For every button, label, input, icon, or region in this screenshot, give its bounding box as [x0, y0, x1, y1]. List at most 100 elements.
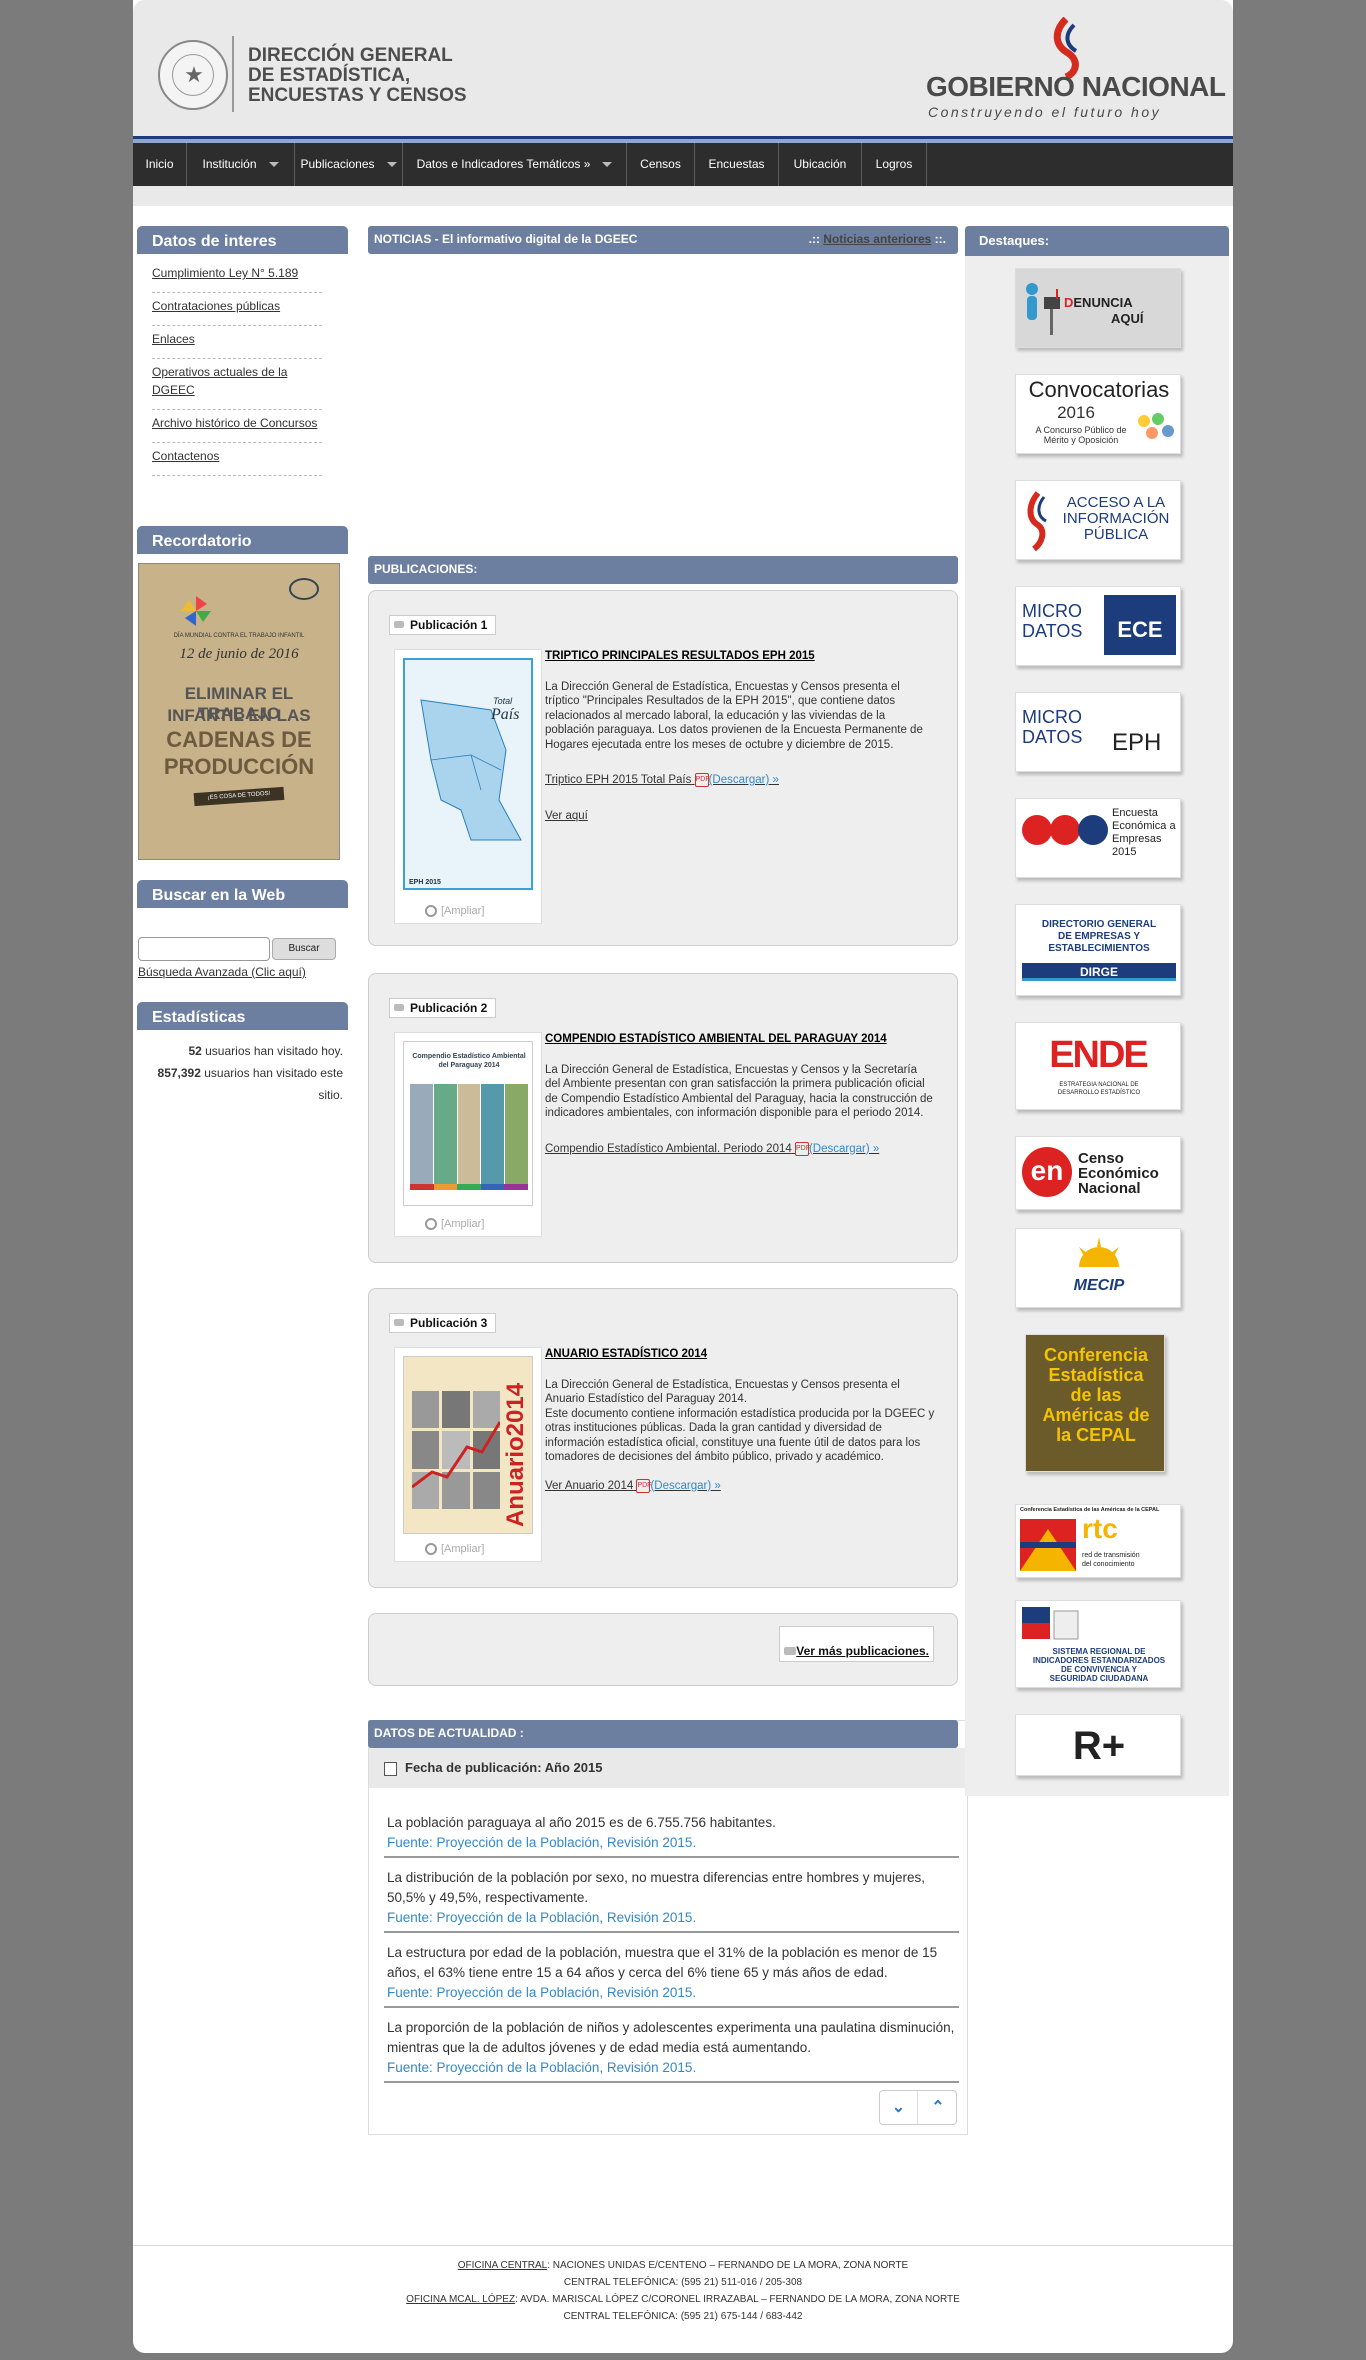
poster-date: 12 de junio de 2016 — [179, 646, 299, 662]
poster-line1: DÍA MUNDIAL CONTRA EL TRABAJO INFANTIL — [173, 633, 305, 639]
link-ley-5189[interactable]: Cumplimiento Ley N° 5.189 — [152, 260, 322, 293]
conv-sub: A Concurso Público de Mérito y Oposición — [1035, 425, 1127, 445]
thumb-label: Anuario2014 — [502, 1382, 529, 1527]
encuesta-economica-banner[interactable]: Encuesta Económica a Empresas 2015 — [1015, 798, 1181, 878]
list-item: La estructura por edad de la población, … — [384, 1941, 959, 2008]
org-logo-text[interactable]: DIRECCIÓN GENERAL DE ESTADÍSTICA, ENCUES… — [248, 46, 467, 106]
noticias-anteriores-link[interactable]: Noticias anteriores — [823, 232, 931, 246]
e-logo-red — [1022, 815, 1052, 845]
nav-ubicacion[interactable]: Ubicación — [779, 143, 862, 186]
zoom-icon — [425, 1218, 437, 1230]
search-input[interactable] — [138, 937, 270, 961]
publicaciones-header: PUBLICACIONES: — [368, 556, 958, 584]
thumb-label: EPH 2015 — [409, 879, 441, 886]
ampliar-link[interactable]: [Ampliar] — [425, 1543, 484, 1555]
recordatorio-poster[interactable]: DÍA MUNDIAL CONTRA EL TRABAJO INFANTIL 1… — [138, 563, 340, 860]
link-archivo-concursos[interactable]: Archivo histórico de Concursos — [152, 410, 322, 443]
poster-line3: INFANTIL EN LAS — [167, 706, 311, 725]
link-contactenos[interactable]: Contactenos — [152, 443, 322, 476]
siscs-banner[interactable]: SISTEMA REGIONAL DE INDICADORES ESTANDARI… — [1015, 1600, 1181, 1688]
nav-under-strip — [133, 186, 1233, 206]
mecip-text: MECIP — [1073, 1277, 1125, 1294]
nav-censos[interactable]: Censos — [627, 143, 695, 186]
en-logo: en — [1022, 1147, 1072, 1197]
datos-actualidad-panel: Fecha de publicación: Año 2015 La poblac… — [368, 1720, 968, 2135]
zoom-icon — [425, 905, 437, 917]
dirge-logo: DIRGE — [1022, 963, 1176, 981]
publicacion-thumb-3[interactable]: Anuario2014 [Ampliar] — [394, 1347, 542, 1562]
link-operativos[interactable]: Operativos actuales de la DGEEC — [152, 359, 322, 410]
publicacion-thumb-2[interactable]: Compendio Estadístico Ambiental del Para… — [394, 1032, 542, 1237]
dirge-banner[interactable]: DIRECTORIO GENERAL DE EMPRESAS Y ESTABLECI… — [1015, 904, 1181, 996]
publicacion-body-1: TRIPTICO PRINCIPALES RESULTADOS EPH 2015… — [545, 649, 935, 823]
poster-tag: ¡ES COSA DE TODOS! — [193, 786, 285, 807]
thumb-label: Compendio Estadístico Ambiental del Para… — [412, 1053, 526, 1069]
advanced-search-link[interactable]: Búsqueda Avanzada (Clic aquí) — [138, 965, 306, 979]
list-item: La proporción de la población de niños y… — [384, 2016, 959, 2083]
publicacion-tag: Publicación 2 — [389, 998, 497, 1018]
publicacion-link[interactable]: Triptico EPH 2015 Total País PDF(Descarg… — [545, 773, 935, 788]
search-button[interactable]: Buscar — [272, 938, 336, 960]
noticias-anteriores: .:: Noticias anteriores ::. — [808, 232, 946, 246]
thumb-pais: País — [491, 706, 520, 723]
destaques-sidebar: Destaques: DENUNCIA AQUÍ Convocatorias 2… — [965, 226, 1229, 1796]
denuncia-text: DENUNCIA — [1064, 295, 1133, 310]
ende-logo: ENDE — [1049, 1034, 1149, 1076]
ampliar-link[interactable]: [Ampliar] — [425, 1218, 484, 1230]
publicacion-title[interactable]: TRIPTICO PRINCIPALES RESULTADOS EPH 2015 — [545, 649, 935, 664]
pdf-icon: PDF — [636, 1478, 651, 1493]
publicacion-description: La Dirección General de Estadística, Enc… — [545, 1063, 933, 1120]
gobierno-nacional-logo[interactable]: GOBIERNO NACIONAL — [926, 71, 1226, 103]
denuncia-banner[interactable]: DENUNCIA AQUÍ — [1015, 268, 1181, 348]
ampliar-link[interactable]: [Ampliar] — [425, 905, 484, 917]
mecip-banner[interactable]: MECIP — [1015, 1228, 1181, 1308]
micro-text: MICRO DATOS — [1022, 707, 1083, 747]
publicacion-description: La Dirección General de Estadística, Enc… — [545, 680, 923, 751]
convocatorias-banner[interactable]: Convocatorias 2016 A Concurso Público de… — [1015, 374, 1181, 454]
nav-institucion[interactable]: Institución — [187, 143, 295, 186]
chevron-up-icon[interactable]: ⌃ — [919, 2091, 957, 2124]
rtc-logo: rtc — [1082, 1513, 1118, 1544]
ende-banner[interactable]: ENDE ESTRATEGIA NACIONAL DE DESARROLLO ES… — [1015, 1022, 1181, 1110]
publicacion-title[interactable]: ANUARIO ESTADÍSTICO 2014 — [545, 1347, 935, 1362]
acceso-informacion-banner[interactable]: ACCESO A LA INFORMACIÓN PÚBLICA — [1015, 480, 1181, 560]
nav-inicio[interactable]: Inicio — [133, 143, 187, 186]
publicacion-link[interactable]: Compendio Estadístico Ambiental. Periodo… — [545, 1141, 935, 1157]
datos-interes-title: Datos de interes — [137, 226, 348, 254]
rtc-banner[interactable]: Conferencia Estadística de las Américas … — [1015, 1504, 1181, 1578]
eee-text: Encuesta Económica a Empresas 2015 — [1112, 807, 1176, 858]
footer-line4: CENTRAL TELEFÓNICA: (595 21) 675-144 / 6… — [563, 2311, 803, 2322]
publicacion-tag: Publicación 1 — [389, 615, 497, 635]
acceso-text: ACCESO A LA INFORMACIÓN PÚBLICA — [1062, 494, 1170, 543]
microdatos-ece-banner[interactable]: MICRO DATOS ECE — [1015, 586, 1181, 666]
compendio-photo-strip — [410, 1084, 528, 1184]
nav-datos-indicadores[interactable]: Datos e Indicadores Temáticos » — [403, 143, 627, 186]
link-enlaces[interactable]: Enlaces — [152, 326, 322, 359]
nav-encuestas[interactable]: Encuestas — [695, 143, 779, 186]
ver-aqui-link[interactable]: Ver aquí — [545, 809, 935, 824]
main-nav: Inicio Institución Publicaciones Datos e… — [133, 143, 1233, 186]
denuncia-aqui: AQUÍ — [1111, 311, 1144, 326]
left-sidebar: Datos de interes Cumplimiento Ley N° 5.1… — [137, 226, 348, 476]
link-contrataciones[interactable]: Contrataciones públicas — [152, 293, 322, 326]
eph-map-cover: Total País EPH 2015 — [403, 658, 533, 890]
chevron-down-icon[interactable]: ⌄ — [880, 2091, 918, 2124]
pinwheel-icon — [181, 596, 211, 626]
nav-publicaciones[interactable]: Publicaciones — [295, 143, 403, 186]
cepal-conferencia-banner[interactable]: Conferencia Estadística de las Américas de l… — [1025, 1334, 1165, 1472]
publicacion-title[interactable]: COMPENDIO ESTADÍSTICO AMBIENTAL DEL PARA… — [545, 1032, 935, 1047]
logo-divider — [232, 36, 234, 112]
microdatos-eph-banner[interactable]: MICRO DATOS EPH — [1015, 692, 1181, 772]
footer-line2: CENTRAL TELEFÓNICA: (595 21) 511-016 / 2… — [563, 2277, 803, 2288]
nav-logros[interactable]: Logros — [862, 143, 927, 186]
pdf-icon: PDF — [794, 1141, 810, 1156]
censo-economico-banner[interactable]: en Censo Económico Nacional — [1015, 1136, 1181, 1210]
ver-mas-publicaciones-button[interactable]: Ver más publicaciones. — [779, 1626, 934, 1662]
org-name-line1: DIRECCIÓN GENERAL — [248, 45, 453, 66]
datos-actualidad-list: La población paraguaya al año 2015 es de… — [384, 1811, 959, 2091]
publicacion-link[interactable]: Ver Anuario 2014 PDF(Descargar) » — [545, 1478, 935, 1494]
publicacion-thumb-1[interactable]: Total País EPH 2015 [Ampliar] — [394, 649, 542, 924]
r-plus-banner[interactable]: R+ — [1015, 1714, 1181, 1776]
publicacion-tag: Publicación 3 — [389, 1313, 497, 1333]
publicacion-description: La Dirección General de Estadística, Enc… — [545, 1378, 935, 1464]
